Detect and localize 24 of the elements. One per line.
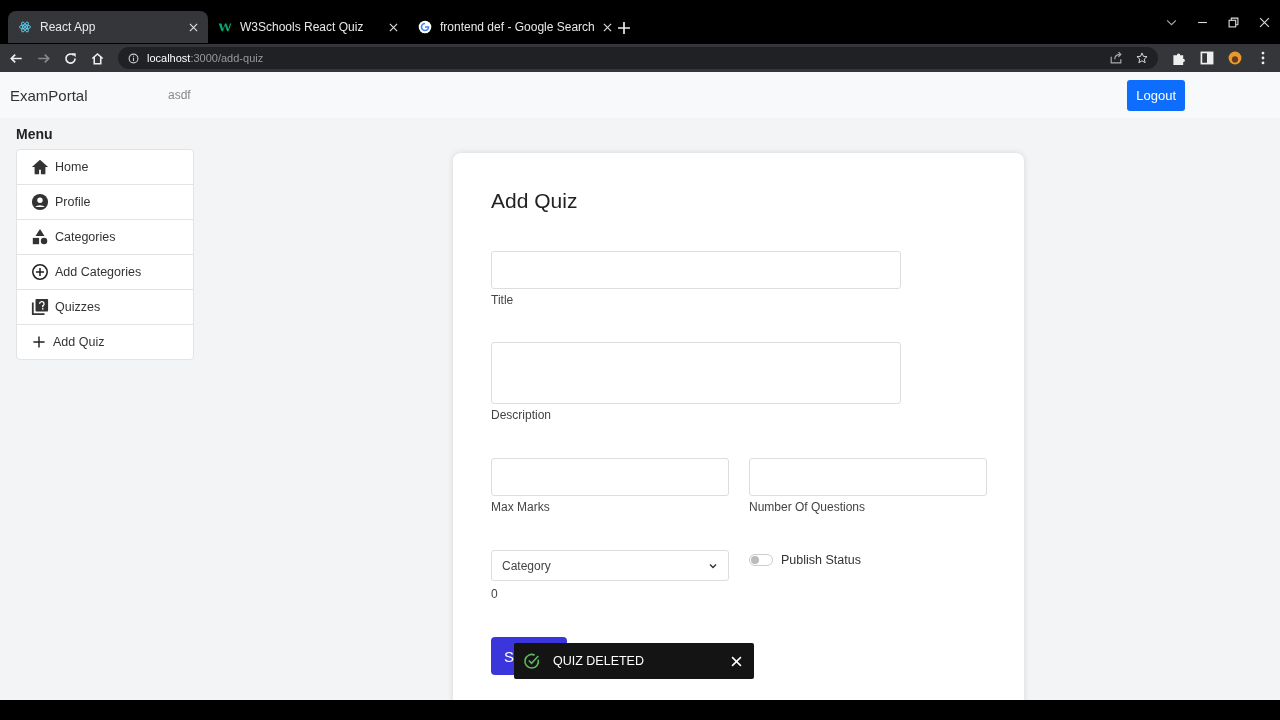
brand-name[interactable]: ExamPortal	[10, 86, 168, 104]
field-label: Number Of Questions	[749, 500, 867, 514]
browser-tab[interactable]: React App	[8, 11, 208, 43]
url-text: localhost:3000/add-quiz	[147, 52, 264, 64]
field-label: Title	[491, 293, 515, 307]
toast-message: QUIZ DELETED	[553, 654, 645, 668]
address-bar[interactable]: localhost:3000/add-quiz	[118, 47, 1158, 69]
logout-button[interactable]: Logout	[1127, 79, 1185, 111]
field-label: Max Marks	[491, 500, 551, 514]
menu-item[interactable]: Profile	[17, 184, 193, 219]
category-count: 0	[491, 587, 499, 601]
form-title: Add Quiz	[491, 189, 579, 213]
user-name: asdf	[168, 88, 191, 102]
toggle-label: Publish Status	[781, 553, 861, 567]
menu-item[interactable]: Add Quiz	[17, 324, 193, 359]
browser-tab[interactable]: frontend def - Google Search	[408, 11, 608, 43]
menu-item[interactable]: Add Categories	[17, 254, 193, 289]
menu-heading: Menu	[16, 126, 54, 142]
menu-item[interactable]: Categories	[17, 219, 193, 254]
category-select[interactable]: Category	[491, 550, 729, 581]
menu-item[interactable]: Quizzes	[17, 289, 193, 324]
browser-tab[interactable]: W3Schools React Quiz	[208, 11, 408, 43]
menu-item[interactable]: Home	[17, 150, 193, 184]
field-label: Description	[491, 408, 553, 422]
